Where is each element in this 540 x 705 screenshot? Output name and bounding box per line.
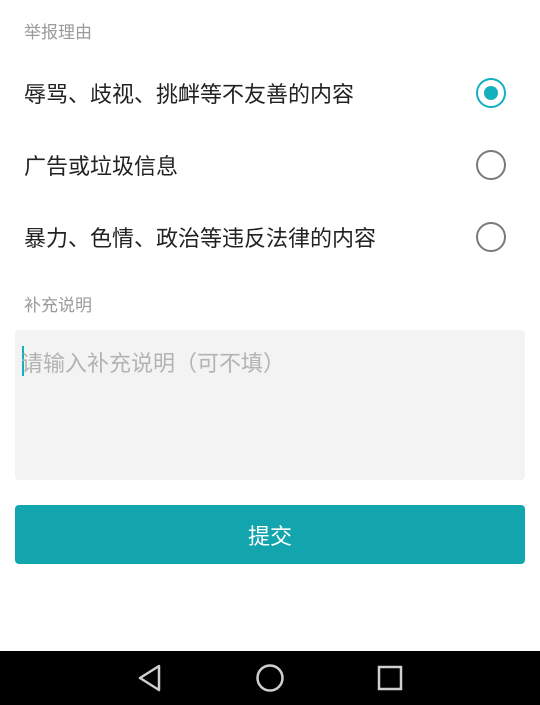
report-reason-title: 举报理由 [24, 23, 92, 43]
supplement-title: 补充说明 [24, 296, 92, 316]
system-navigation-bar [0, 651, 540, 705]
reason-option-unfriendly[interactable]: 辱骂、歧视、挑衅等不友善的内容 [0, 63, 540, 123]
submit-button[interactable]: 提交 [15, 505, 525, 564]
reason-option-label: 广告或垃圾信息 [24, 155, 179, 180]
home-button[interactable] [230, 651, 310, 705]
radio-button[interactable] [476, 222, 506, 252]
reason-option-spam[interactable]: 广告或垃圾信息 [0, 135, 540, 195]
back-icon [138, 664, 161, 692]
reason-option-label: 暴力、色情、政治等违反法律的内容 [24, 227, 377, 252]
home-icon [256, 664, 284, 692]
radio-button[interactable] [476, 150, 506, 180]
recent-apps-icon [377, 665, 403, 691]
recent-apps-button[interactable] [350, 651, 430, 705]
reason-option-label: 辱骂、歧视、挑衅等不友善的内容 [24, 83, 355, 108]
radio-button-selected[interactable] [476, 78, 506, 108]
supplement-input-box[interactable] [15, 330, 525, 480]
supplement-textarea[interactable] [15, 330, 525, 480]
reason-option-illegal[interactable]: 暴力、色情、政治等违反法律的内容 [0, 207, 540, 267]
back-button[interactable] [110, 651, 190, 705]
